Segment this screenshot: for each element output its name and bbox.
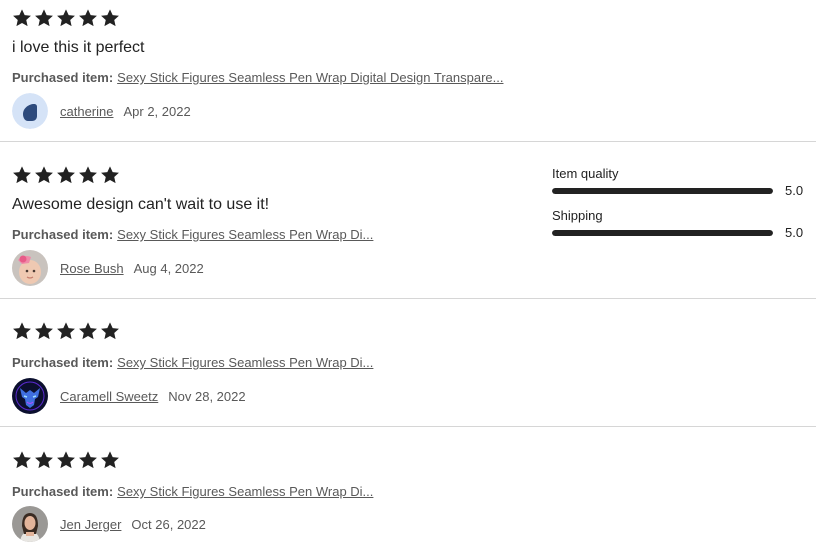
divider xyxy=(0,141,816,142)
purchased-item-label: Purchased item: xyxy=(12,70,114,85)
avatar[interactable] xyxy=(12,93,48,129)
star-icon xyxy=(34,8,54,28)
star-rating xyxy=(12,450,120,470)
divider xyxy=(0,298,816,299)
rating-label: Item quality xyxy=(552,166,619,181)
review-card: i love this it perfect Purchased item: Se… xyxy=(12,8,816,134)
purchased-item: Purchased item: Sexy Stick Figures Seamle… xyxy=(12,70,503,85)
star-icon xyxy=(78,165,98,185)
star-icon xyxy=(12,8,32,28)
review-text: i love this it perfect xyxy=(12,39,145,56)
star-rating xyxy=(12,165,120,185)
star-icon xyxy=(100,165,120,185)
rating-bar-fill xyxy=(552,230,773,236)
review-text: Awesome design can't wait to use it! xyxy=(12,196,270,213)
star-icon xyxy=(12,321,32,341)
purchased-item: Purchased item: Sexy Stick Figures Seamle… xyxy=(12,227,373,242)
avatar[interactable] xyxy=(12,250,48,286)
reviewer-name-link[interactable]: Jen Jerger xyxy=(60,517,121,532)
purchased-item-link[interactable]: Sexy Stick Figures Seamless Pen Wrap Di.… xyxy=(117,484,373,499)
rating-row-item-quality: Item quality 5.0 xyxy=(552,166,808,208)
reviewer-name-link[interactable]: Caramell Sweetz xyxy=(60,389,158,404)
star-icon xyxy=(100,450,120,470)
purchased-item-link[interactable]: Sexy Stick Figures Seamless Pen Wrap Di.… xyxy=(117,227,373,242)
rating-bar-fill xyxy=(552,188,773,194)
review-card: Purchased item: Sexy Stick Figures Seamle… xyxy=(12,321,816,417)
purchased-item-link[interactable]: Sexy Stick Figures Seamless Pen Wrap Di.… xyxy=(117,355,373,370)
rating-row-shipping: Shipping 5.0 xyxy=(552,208,808,250)
star-icon xyxy=(78,8,98,28)
review-date: Aug 4, 2022 xyxy=(133,260,204,276)
purchased-item-label: Purchased item: xyxy=(12,355,114,370)
reviewer-name-link[interactable]: Rose Bush xyxy=(60,261,124,276)
reviewer-info: catherine Apr 2, 2022 xyxy=(12,93,191,129)
star-icon xyxy=(56,450,76,470)
star-icon xyxy=(100,8,120,28)
star-icon xyxy=(100,321,120,341)
rating-bar xyxy=(552,188,773,194)
avatar[interactable] xyxy=(12,506,48,542)
divider xyxy=(0,426,816,427)
reviewer-info: Jen Jerger Oct 26, 2022 xyxy=(12,506,206,542)
purchased-item-label: Purchased item: xyxy=(12,484,114,499)
star-icon xyxy=(56,8,76,28)
star-icon xyxy=(34,450,54,470)
star-icon xyxy=(12,165,32,185)
reviewer-name-link[interactable]: catherine xyxy=(60,104,113,119)
reviewer-info: Rose Bush Aug 4, 2022 xyxy=(12,250,204,286)
purchased-item: Purchased item: Sexy Stick Figures Seamle… xyxy=(12,484,373,499)
star-rating xyxy=(12,321,120,341)
purchased-item-link[interactable]: Sexy Stick Figures Seamless Pen Wrap Dig… xyxy=(117,70,503,85)
star-icon xyxy=(56,321,76,341)
review-date: Nov 28, 2022 xyxy=(168,388,246,404)
ratings-breakdown: Item quality 5.0 Shipping 5.0 xyxy=(552,166,808,250)
star-icon xyxy=(78,450,98,470)
rating-label: Shipping xyxy=(552,208,603,223)
rating-bar xyxy=(552,230,773,236)
purchased-item: Purchased item: Sexy Stick Figures Seamle… xyxy=(12,355,373,370)
review-card: Purchased item: Sexy Stick Figures Seamle… xyxy=(12,450,816,546)
star-icon xyxy=(78,321,98,341)
avatar[interactable] xyxy=(12,378,48,414)
purchased-item-label: Purchased item: xyxy=(12,227,114,242)
star-icon xyxy=(34,165,54,185)
reviewer-info: Caramell Sweetz Nov 28, 2022 xyxy=(12,378,246,414)
rating-value: 5.0 xyxy=(785,183,804,198)
star-rating xyxy=(12,8,120,28)
star-icon xyxy=(34,321,54,341)
star-icon xyxy=(56,165,76,185)
star-icon xyxy=(12,450,32,470)
review-date: Apr 2, 2022 xyxy=(123,103,191,119)
rating-value: 5.0 xyxy=(785,225,804,240)
review-date: Oct 26, 2022 xyxy=(131,516,206,532)
